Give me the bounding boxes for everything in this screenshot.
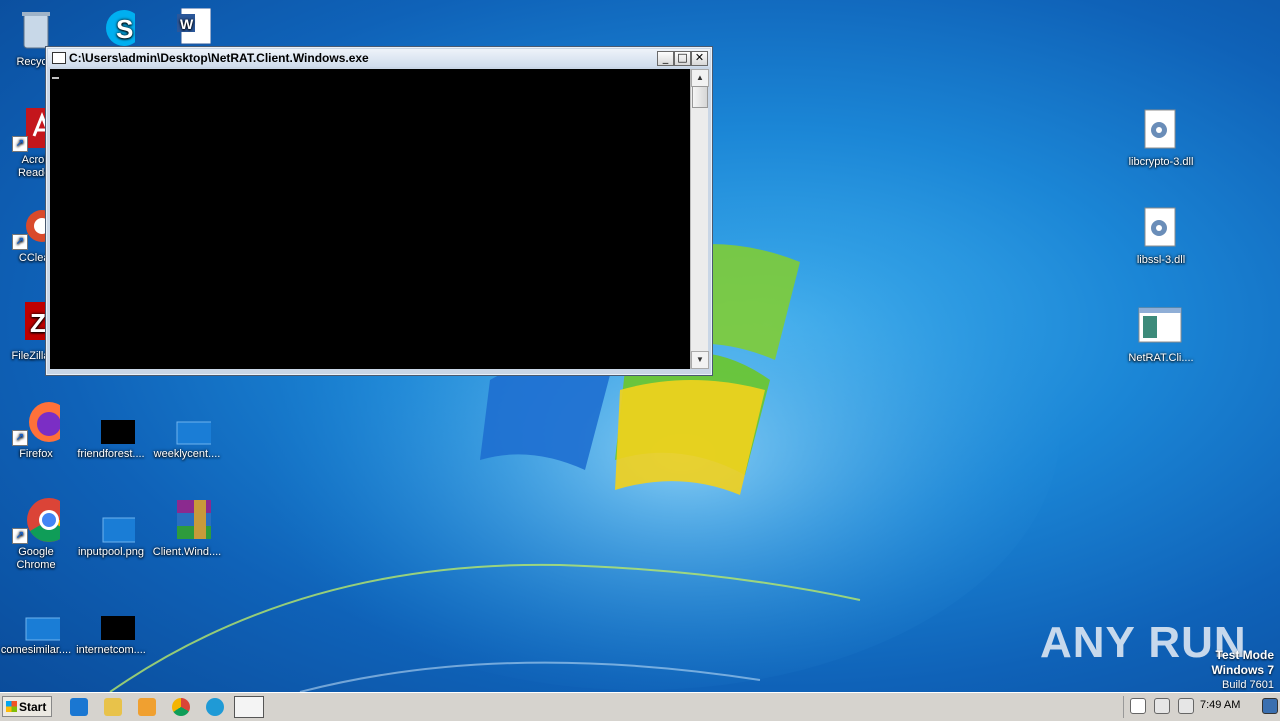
scroll-up-arrow-icon[interactable]: ▲ — [691, 69, 709, 87]
desktop-icon-friendforest[interactable]: friendforest.... — [74, 400, 148, 461]
action-center-flag-icon[interactable] — [1130, 698, 1146, 714]
console-output[interactable] — [50, 69, 690, 369]
svg-text:S: S — [116, 14, 133, 44]
test-mode-line2: Windows 7 — [1211, 663, 1274, 677]
console-title: C:\Users\admin\Desktop\NetRAT.Client.Win… — [69, 51, 369, 65]
console-app-icon — [52, 52, 66, 64]
desktop-icon-netrat-client[interactable]: NetRAT.Cli.... — [1124, 304, 1198, 365]
shortcut-arrow-icon: ↗ — [12, 430, 28, 446]
desktop-icon-firefox[interactable]: ↗ Firefox — [0, 400, 73, 461]
desktop-icon-internetcom[interactable]: internetcom.... — [74, 596, 148, 657]
firefox-icon: ↗ — [12, 400, 69, 446]
dll-icon — [1137, 108, 1185, 154]
desktop-icon-comesimilar[interactable]: comesimilar.... — [0, 596, 73, 657]
windows-logo-icon — [6, 701, 17, 712]
exe-icon — [1137, 304, 1185, 350]
shortcut-arrow-icon: ↗ — [12, 528, 28, 544]
shortcut-arrow-icon: ↗ — [12, 136, 28, 152]
desktop-icon-libssl[interactable]: libssl-3.dll — [1124, 206, 1198, 267]
close-button[interactable]: ✕ — [691, 51, 708, 66]
black-thumbnail-icon — [87, 596, 147, 642]
taskbar: Start — [0, 692, 1280, 721]
start-button[interactable]: Start — [2, 696, 52, 717]
scroll-down-arrow-icon[interactable]: ▼ — [691, 351, 709, 369]
explorer-folder-icon[interactable] — [104, 698, 122, 716]
start-label: Start — [19, 700, 47, 714]
desktop-icon-inputpool[interactable]: inputpool.png — [74, 498, 148, 559]
console-scrollbar[interactable]: ▲ ▼ — [690, 69, 709, 369]
winrar-icon — [163, 498, 223, 544]
minimize-button[interactable]: _ — [657, 51, 674, 66]
test-mode-notice: Test Mode Windows 7 Build 7601 — [1211, 648, 1274, 692]
taskbar-clock[interactable]: 7:49 AM — [1200, 699, 1240, 711]
console-titlebar[interactable]: C:\Users\admin\Desktop\NetRAT.Client.Win… — [48, 49, 710, 67]
file-thumbnail-icon — [163, 400, 224, 446]
png-thumbnail-icon — [87, 498, 148, 544]
volume-icon[interactable] — [1178, 698, 1194, 714]
desktop-icon-chrome[interactable]: ↗ Google Chrome — [0, 498, 73, 572]
shortcut-arrow-icon: ↗ — [12, 234, 28, 250]
media-player-icon[interactable] — [138, 698, 156, 716]
chrome-icon: ↗ — [12, 498, 71, 544]
show-desktop-icon[interactable] — [1262, 698, 1278, 714]
desktop-icon-weeklycent[interactable]: weeklycent.... — [150, 400, 224, 461]
chrome-taskbar-icon[interactable] — [172, 698, 190, 716]
test-mode-line1: Test Mode — [1215, 648, 1274, 662]
desktop-icon-client-windows[interactable]: Client.Wind.... — [150, 498, 224, 559]
file-thumbnail-icon — [12, 596, 73, 642]
svg-text:W: W — [180, 16, 194, 32]
internet-explorer-icon[interactable] — [70, 698, 88, 716]
console-window[interactable]: C:\Users\admin\Desktop\NetRAT.Client.Win… — [45, 46, 713, 376]
desktop-icon-libcrypto[interactable]: libcrypto-3.dll — [1124, 108, 1198, 169]
maximize-button[interactable]: □ — [674, 51, 691, 66]
console-taskbar-button[interactable] — [234, 696, 264, 718]
black-thumbnail-icon — [87, 400, 147, 446]
dll-icon — [1137, 206, 1185, 252]
console-cursor — [52, 77, 59, 79]
svg-text:Z: Z — [30, 308, 46, 338]
network-icon[interactable] — [1154, 698, 1170, 714]
test-mode-line3: Build 7601 — [1222, 679, 1274, 691]
edge-icon[interactable] — [206, 698, 224, 716]
scroll-thumb[interactable] — [692, 86, 708, 108]
